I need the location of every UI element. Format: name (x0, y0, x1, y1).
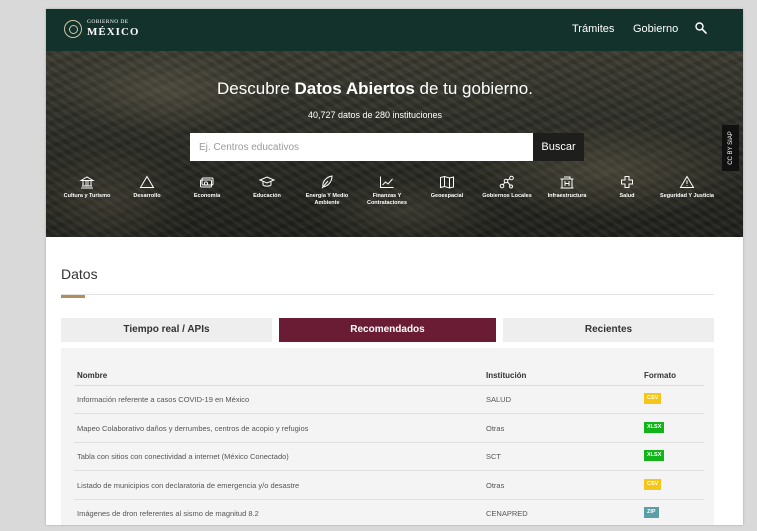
section-divider (61, 294, 714, 295)
screenshot-frame: GOBIERNO DE MÉXICO Trámites Gobierno Des… (0, 0, 757, 531)
graduation-cap-icon (259, 176, 275, 187)
warning-icon (679, 175, 695, 188)
category-geoespacial[interactable]: Geoespacial (419, 175, 475, 200)
category-salud[interactable]: Salud (599, 175, 655, 200)
nav-link-tramites[interactable]: Trámites (572, 23, 614, 35)
tab-tiempo-real[interactable]: Tiempo real / APIs (61, 318, 272, 342)
dataset-institution: Otras (486, 423, 505, 433)
category-label: Salud (619, 193, 635, 199)
search-icon[interactable] (694, 21, 708, 35)
hero-title: Descubre Datos Abiertos de tu gobierno. (217, 79, 533, 98)
dataset-name-link[interactable]: Imágenes de dron referentes al sismo de … (77, 509, 259, 518)
category-label: Educación (253, 193, 281, 199)
format-badge[interactable]: ZIP (644, 507, 659, 519)
leaf-icon (321, 175, 333, 189)
logo-line1: GOBIERNO DE (87, 19, 129, 26)
column-header-institucion: Institución (486, 371, 527, 380)
logo-text: GOBIERNO DE MÉXICO (87, 20, 139, 38)
dataset-name-link[interactable]: Información referente a casos COVID-19 e… (77, 395, 249, 404)
category-finanzas[interactable]: Finanzas Y Contrataciones (359, 175, 415, 208)
category-label: Geoespacial (430, 193, 464, 199)
nav-link-gobierno[interactable]: Gobierno (633, 23, 678, 35)
category-label: Gobiernos Locales (482, 193, 532, 199)
hero-subtitle: 40,727 datos de 280 instituciones (307, 110, 443, 120)
format-badge[interactable]: XLSX (644, 421, 665, 433)
search-input[interactable] (190, 133, 533, 161)
category-seguridad[interactable]: Seguridad Y Justicia (659, 175, 715, 200)
triangle-icon (139, 175, 155, 188)
tab-recomendados[interactable]: Recomendados (279, 318, 496, 342)
category-economia[interactable]: Economía (179, 175, 235, 200)
photo-credit: CC BY SIAP (722, 125, 739, 171)
search-button[interactable]: Buscar (533, 133, 584, 161)
category-desarrollo[interactable]: Desarrollo (119, 175, 175, 200)
dataset-name-link[interactable]: Mapeo Colaborativo daños y derrumbes, ce… (77, 424, 308, 433)
table-row[interactable]: Mapeo Colaborativo daños y derrumbes, ce… (74, 415, 704, 443)
format-badge[interactable]: CSV (644, 393, 662, 404)
format-badge[interactable]: CSV (644, 478, 662, 490)
category-energia[interactable]: Energía Y Medio Ambiente (299, 175, 355, 208)
category-cultura-turismo[interactable]: Cultura y Turismo (59, 175, 115, 200)
column-header-nombre: Nombre (77, 371, 108, 380)
category-educacion[interactable]: Educación (239, 175, 295, 200)
seal-icon (64, 20, 82, 38)
category-infraestructura[interactable]: Infraestructura (539, 175, 595, 200)
dataset-name-link[interactable]: Tabla con sitios con conectividad a inte… (77, 452, 289, 461)
category-label: Energía Y Medio Ambiente (305, 193, 349, 207)
hero-banner: Descubre Datos Abiertos de tu gobierno. … (46, 51, 743, 237)
dataset-institution: Otras (486, 480, 505, 490)
line-chart-icon (380, 176, 394, 188)
page: GOBIERNO DE MÉXICO Trámites Gobierno Des… (46, 9, 743, 525)
dataset-institution: SALUD (486, 395, 512, 404)
column-header-formato: Formato (644, 371, 676, 380)
logo-line2: MÉXICO (87, 25, 140, 38)
table-row[interactable]: Información referente a casos COVID-19 e… (74, 386, 704, 414)
format-badge[interactable]: XLSX (644, 450, 665, 462)
network-icon (499, 175, 514, 189)
category-label: Cultura y Turismo (63, 193, 111, 199)
building-icon (560, 176, 574, 189)
dataset-institution: CENAPRED (486, 509, 528, 519)
table-row[interactable]: Imágenes de dron referentes al sismo de … (74, 500, 704, 525)
category-label: Economía (193, 193, 221, 199)
map-icon (440, 175, 454, 189)
tab-recientes[interactable]: Recientes (503, 318, 714, 342)
category-label: Seguridad Y Justicia (660, 193, 714, 199)
gobierno-logo[interactable]: GOBIERNO DE MÉXICO (64, 20, 139, 38)
category-label: Finanzas Y Contrataciones (366, 193, 408, 207)
category-label: Infraestructura (547, 193, 587, 199)
dataset-name-link[interactable]: Listado de municipios con declaratoria d… (77, 481, 299, 490)
table-row[interactable]: Listado de municipios con declaratoria d… (74, 472, 704, 500)
table-row[interactable]: Tabla con sitios con conectividad a inte… (74, 443, 704, 472)
dataset-institution: SCT (486, 452, 501, 462)
money-icon (200, 177, 214, 188)
category-label: Desarrollo (133, 193, 161, 199)
section-title: Datos (61, 266, 98, 282)
medical-cross-icon (621, 176, 633, 188)
monument-icon (79, 176, 95, 189)
category-gobiernos-locales[interactable]: Gobiernos Locales (479, 175, 535, 200)
navbar: GOBIERNO DE MÉXICO Trámites Gobierno (46, 9, 743, 51)
section-accent-bar (61, 295, 85, 298)
